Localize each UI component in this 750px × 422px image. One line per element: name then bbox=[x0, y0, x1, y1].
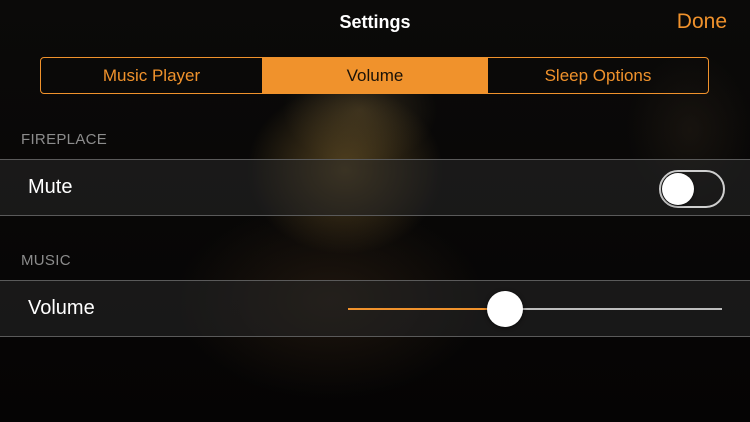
mute-row: Mute bbox=[0, 159, 750, 216]
mute-label: Mute bbox=[28, 176, 73, 198]
tab-volume[interactable]: Volume bbox=[262, 58, 487, 93]
tab-music-player[interactable]: Music Player bbox=[41, 58, 262, 93]
settings-screen: Settings Done Music Player Volume Sleep … bbox=[0, 0, 750, 422]
page-title: Settings bbox=[339, 12, 411, 32]
done-button[interactable]: Done bbox=[677, 9, 727, 35]
volume-row: Volume bbox=[0, 280, 750, 337]
volume-label: Volume bbox=[28, 297, 95, 319]
slider-thumb[interactable] bbox=[487, 291, 523, 327]
tab-sleep-options[interactable]: Sleep Options bbox=[487, 58, 708, 93]
section-header-fireplace: FIREPLACE bbox=[21, 131, 108, 148]
section-header-music: MUSIC bbox=[21, 252, 71, 269]
slider-fill bbox=[348, 308, 505, 310]
mute-toggle[interactable] bbox=[659, 170, 725, 208]
volume-slider[interactable] bbox=[348, 281, 722, 336]
toggle-knob bbox=[662, 173, 694, 205]
settings-tab-bar: Music Player Volume Sleep Options bbox=[40, 57, 709, 94]
